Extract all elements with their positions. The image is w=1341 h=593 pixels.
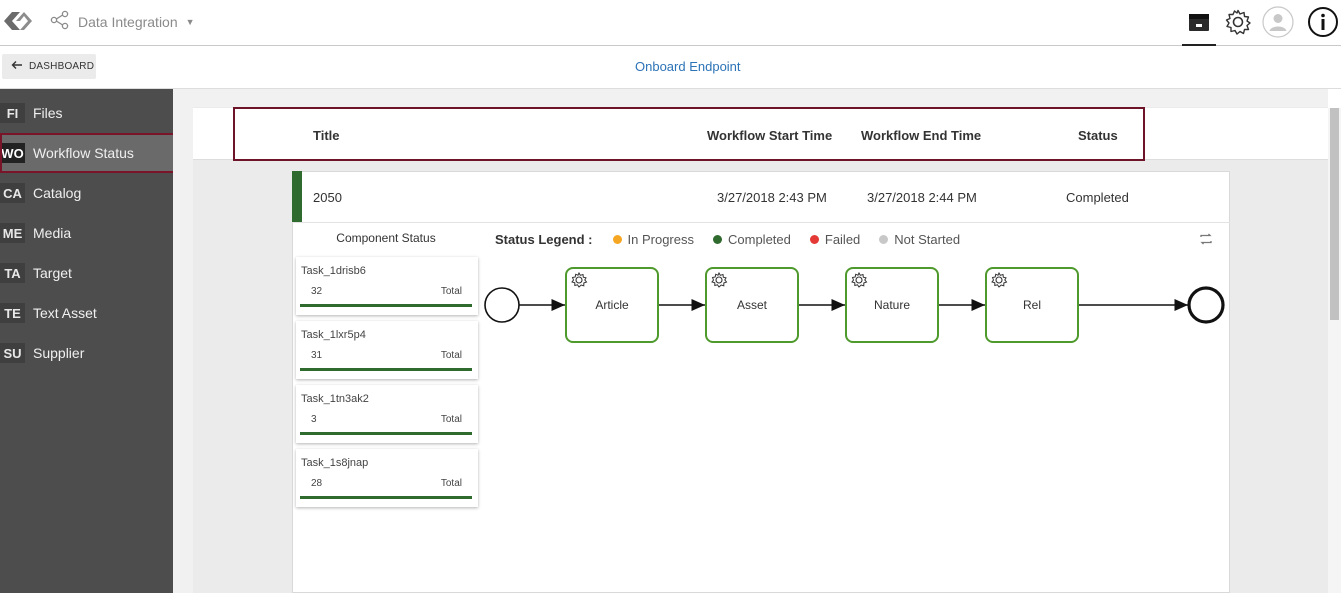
task-node-nature[interactable]: Nature <box>845 267 939 343</box>
sidebar-item-label: Target <box>33 265 72 281</box>
task-progress-bar <box>300 304 472 307</box>
sidebar-item-target[interactable]: TA Target <box>0 253 173 293</box>
task-count: 3 <box>311 414 317 425</box>
task-name: Task_1tn3ak2 <box>301 393 369 405</box>
sidebar-item-label: Text Asset <box>33 305 97 321</box>
share-nodes-icon <box>50 10 70 35</box>
task-progress-bar <box>300 432 472 435</box>
sidebar-item-abbr: TA <box>0 263 25 283</box>
row-end-time: 3/27/2018 2:44 PM <box>867 190 977 205</box>
sidebar-item-abbr: SU <box>0 343 25 363</box>
gears-icon <box>990 271 1010 294</box>
sidebar-item-catalog[interactable]: CA Catalog <box>0 173 173 213</box>
onboard-endpoint-link[interactable]: Onboard Endpoint <box>635 59 741 74</box>
task-progress-bar <box>300 496 472 499</box>
row-title: 2050 <box>313 190 342 205</box>
task-node-rel[interactable]: Rel <box>985 267 1079 343</box>
row-start-time: 3/27/2018 2:43 PM <box>717 190 827 205</box>
task-name: Task_1s8jnap <box>301 457 369 469</box>
task-total-label: Total <box>440 478 462 489</box>
sidebar-item-label: Files <box>33 105 63 121</box>
sidebar-item-supplier[interactable]: SU Supplier <box>0 333 173 373</box>
task-name: Task_1drisb6 <box>301 265 366 277</box>
avatar-icon[interactable] <box>1262 6 1294 38</box>
column-header-status[interactable]: Status <box>1078 128 1118 143</box>
logo-icon[interactable] <box>0 6 36 36</box>
sidebar-item-abbr: ME <box>0 223 25 243</box>
sidebar-item-media[interactable]: ME Media <box>0 213 173 253</box>
task-count: 31 <box>311 350 323 361</box>
status-indicator <box>292 171 302 222</box>
sidebar-item-text-asset[interactable]: TE Text Asset <box>0 293 173 333</box>
header-highlight <box>233 107 1145 161</box>
task-node-label: Asset <box>736 298 767 312</box>
gear-icon[interactable] <box>1222 6 1254 38</box>
sidebar-item-abbr: WO <box>0 143 25 163</box>
sub-bar: DASHBOARD Onboard Endpoint <box>0 47 1341 89</box>
sidebar-item-label: Supplier <box>33 345 85 361</box>
task-total-label: Total <box>440 414 462 425</box>
legend-label: Failed <box>824 232 861 247</box>
task-node-article[interactable]: Article <box>565 267 659 343</box>
refresh-icon[interactable] <box>1198 231 1214 247</box>
legend-label: Not Started <box>894 232 961 247</box>
sidebar-item-abbr: CA <box>0 183 25 203</box>
task-total-label: Total <box>440 350 462 361</box>
dot-icon <box>612 235 622 244</box>
task-card[interactable]: Task_1tn3ak2 3 Total <box>296 385 478 443</box>
legend-label: Completed <box>728 232 791 247</box>
task-count: 28 <box>311 478 323 489</box>
legend-item-in-progress: In Progress <box>612 232 694 247</box>
sidebar-item-label: Media <box>33 225 72 241</box>
arrow-left-icon <box>11 60 23 73</box>
dot-icon <box>809 235 819 244</box>
top-bar: Data Integration ▼ <box>0 0 1341 46</box>
app-switcher[interactable]: Data Integration ▼ <box>50 10 195 35</box>
column-header-title[interactable]: Title <box>313 128 340 143</box>
row-status: Completed <box>1066 190 1129 205</box>
scrollbar-thumb[interactable] <box>1330 108 1339 320</box>
dot-icon <box>879 235 889 244</box>
gears-icon <box>850 271 870 294</box>
legend-item-completed: Completed <box>713 232 791 247</box>
task-node-label: Rel <box>1022 298 1041 312</box>
info-icon[interactable] <box>1307 6 1339 38</box>
dot-icon <box>713 235 722 244</box>
task-card[interactable]: Task_1s8jnap 28 Total <box>296 449 478 507</box>
task-node-label: Nature <box>873 298 911 312</box>
column-header-start-time[interactable]: Workflow Start Time <box>707 128 832 143</box>
task-node-asset[interactable]: Asset <box>705 267 799 343</box>
sidebar-item-abbr: FI <box>0 103 25 123</box>
task-card[interactable]: Task_1drisb6 32 Total <box>296 257 478 315</box>
task-count: 32 <box>311 286 323 297</box>
dashboard-label: DASHBOARD <box>29 61 95 72</box>
gears-icon <box>710 271 730 294</box>
chevron-down-icon: ▼ <box>185 17 195 27</box>
sidebar-item-label: Catalog <box>33 185 82 201</box>
column-header-end-time[interactable]: Workflow End Time <box>861 128 981 143</box>
dashboard-button[interactable]: DASHBOARD <box>2 54 96 79</box>
task-progress-bar <box>300 368 472 371</box>
task-node-label: Article <box>595 298 629 312</box>
legend-item-not-started: Not Started <box>879 232 960 247</box>
gears-icon <box>570 271 590 294</box>
app-title: Data Integration <box>78 14 178 30</box>
sidebar-item-label: Workflow Status <box>33 145 134 161</box>
box-icon[interactable] <box>1182 6 1216 46</box>
sidebar-item-abbr: TE <box>0 303 25 323</box>
task-total-label: Total <box>440 286 462 297</box>
sidebar-item-workflow-status[interactable]: WO Workflow Status <box>0 133 176 173</box>
sidebar-item-files[interactable]: FI Files <box>0 93 173 133</box>
component-status-title: Component Status <box>336 231 436 245</box>
status-legend: Status Legend : In Progress Completed Fa… <box>495 232 979 247</box>
legend-label: In Progress <box>627 232 694 247</box>
task-card[interactable]: Task_1lxr5p4 31 Total <box>296 321 478 379</box>
sidebar: FI Files WO Workflow Status CA Catalog M… <box>0 89 176 593</box>
legend-title: Status Legend : <box>495 232 593 247</box>
task-name: Task_1lxr5p4 <box>301 329 366 341</box>
legend-item-failed: Failed <box>809 232 861 247</box>
